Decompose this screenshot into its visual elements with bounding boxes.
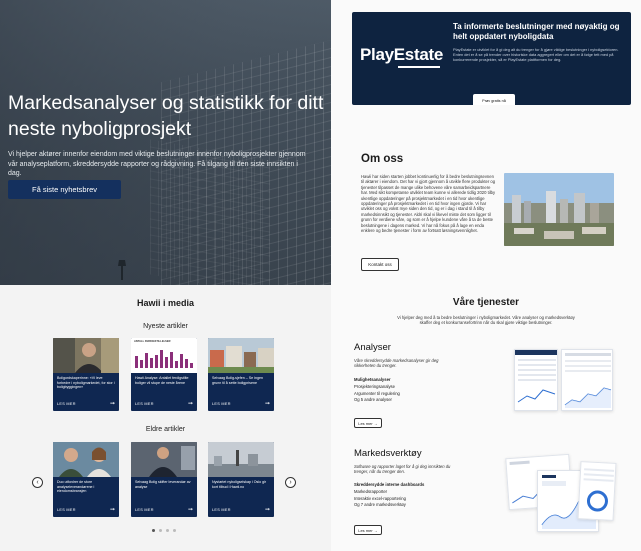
contact-button[interactable]: Kontakt oss: [361, 258, 399, 271]
carousel-dot[interactable]: [173, 529, 176, 532]
carousel-prev-button[interactable]: ‹: [32, 477, 43, 488]
article-photo: [131, 442, 197, 477]
read-more-link[interactable]: LES MER: [212, 508, 231, 512]
city-skyline-photo: [504, 173, 614, 246]
tools-list: Skreddersydde interne dashboards Markeds…: [354, 482, 424, 509]
article-photo: [53, 338, 119, 373]
list-item: Og 5 andre analyser: [354, 397, 392, 403]
article-card[interactable]: Boligordskaperinne: «Vi leve forbedre i …: [53, 338, 119, 411]
logo-underline: [398, 66, 440, 68]
article-title: Nystartet nyboligselskap i Oslo gir kort…: [212, 480, 267, 489]
report-mockup-table: [514, 349, 558, 411]
article-photo: [208, 338, 274, 373]
playestate-logo: PlayEstate: [360, 45, 443, 64]
tools-desc: Software og rapporter laget for å gi deg…: [354, 464, 451, 475]
newsletter-button[interactable]: Få siste nyhetsbrev: [8, 180, 121, 199]
list-item: Markedsrapporter: [354, 488, 388, 494]
list-item: Mulighetsanalyser: [354, 377, 391, 382]
article-title: Duo utfordrer de store analyseleverandør…: [57, 480, 95, 494]
arrow-right-icon: ➞: [187, 507, 193, 513]
tools-title: Markedsverktøy: [354, 448, 422, 459]
article-title: Hawii Analyse: Antallet ferdigstilte bol…: [135, 376, 189, 385]
article-title: Boligordskaperinne: «Vi leve forbedre i …: [57, 376, 115, 390]
list-item: Skreddersydde interne dashboards: [354, 482, 425, 487]
hero-text: Vi hjelper aktører innenfor eiendom med …: [8, 151, 306, 177]
arrow-right-icon: ➞: [187, 401, 193, 407]
article-card[interactable]: Nystartet nyboligselskap i Oslo gir kort…: [208, 442, 274, 517]
right-column: PlayEstate Ta informerte beslutninger me…: [331, 0, 641, 551]
arrow-right-icon: ➞: [264, 507, 270, 513]
services-title: Våre tjenester: [452, 297, 520, 308]
services-lead: Vi hjelper deg med å ta bedre beslutning…: [397, 315, 575, 326]
carousel-dot[interactable]: [159, 529, 162, 532]
playestate-promo: PlayEstate Ta informerte beslutninger me…: [352, 12, 631, 105]
article-chart-image: ANTALL FERDIGSTILLELSER: [131, 338, 197, 373]
street-lamp-icon: [118, 260, 126, 280]
list-item: Prosjekteringsanalyse: [354, 383, 395, 389]
carousel-dot[interactable]: [166, 529, 169, 532]
article-photo: [53, 442, 119, 477]
article-title: Selvaag Bolig skifter leverandør av anal…: [135, 480, 191, 489]
carousel-next-button[interactable]: ›: [285, 477, 296, 488]
list-item: Argumenter til regulering: [354, 390, 400, 396]
list-item: Interaktiv excel-rapportering: [354, 495, 406, 501]
report-mockup-chart: [561, 349, 613, 411]
newest-articles-label: Nyeste artikler: [143, 323, 188, 330]
article-card[interactable]: Selvaag Bolig skifter leverandør av anal…: [131, 442, 197, 517]
article-title: Selvaag Bolig-sjefen – Se ingen grunn ti…: [212, 376, 263, 385]
media-title: Hawii i media: [136, 298, 195, 308]
hero-title: Markedsanalyser og statistikk for ditt n…: [8, 92, 324, 140]
analyses-read-more-button[interactable]: Les mer →: [354, 418, 382, 428]
read-more-link[interactable]: LES MER: [212, 402, 231, 406]
older-articles-label: Eldre artikler: [145, 426, 186, 433]
arrow-right-icon: ➞: [109, 507, 115, 513]
article-photo: [208, 442, 274, 477]
list-item: Og 7 andre markedsverktøy: [354, 502, 406, 508]
tools-read-more-button[interactable]: Les mer →: [354, 525, 382, 535]
promo-text: PlayEstate er utviklet for å gi deg alt …: [453, 47, 619, 62]
article-card[interactable]: ANTALL FERDIGSTILLELSER Hawii Analyse: A…: [131, 338, 197, 411]
arrow-right-icon: ➞: [109, 401, 115, 407]
read-more-link[interactable]: LES MER: [135, 508, 154, 512]
read-more-link[interactable]: LES MER: [57, 508, 76, 512]
carousel-dot[interactable]: [152, 529, 155, 532]
about-title: Om oss: [361, 153, 404, 165]
analyses-list: Mulighetsanalyser Prosjekteringsanalyse …: [354, 377, 400, 404]
media-section: Hawii i media Nyeste artikler Boligordsk…: [0, 285, 331, 551]
arrow-right-icon: ➞: [264, 401, 270, 407]
read-more-link[interactable]: LES MER: [135, 402, 154, 406]
promo-title: Ta informerte beslutninger med nøyaktig …: [453, 22, 620, 41]
hero-section: Markedsanalyser og statistikk for ditt n…: [0, 0, 331, 285]
analyses-title: Analyser: [354, 342, 391, 353]
carousel-dots[interactable]: [152, 529, 176, 532]
dashboard-mockup-side: [577, 461, 617, 521]
article-card[interactable]: Duo utfordrer de store analyseleverandør…: [53, 442, 119, 517]
analyses-desc: Våre skreddersydde markedsanalyser gir d…: [354, 358, 439, 369]
try-free-button[interactable]: Prøv gratis nå: [473, 94, 515, 105]
article-card[interactable]: Selvaag Bolig-sjefen – Se ingen grunn ti…: [208, 338, 274, 411]
chart-card-label: ANTALL FERDIGSTILLELSER: [134, 340, 171, 343]
about-text: Hawii har siden starten jobbet kontinuer…: [361, 174, 496, 234]
read-more-link[interactable]: LES MER: [57, 402, 76, 406]
